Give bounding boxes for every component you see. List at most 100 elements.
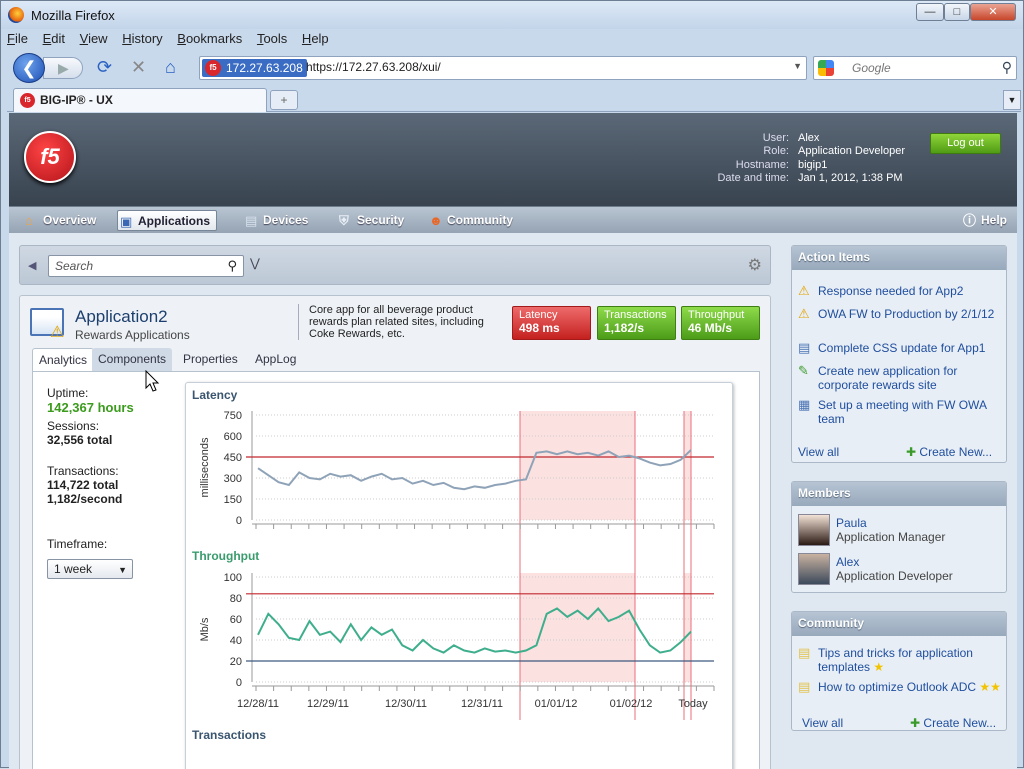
action-item-text[interactable]: Create new application for corporate rew… <box>818 364 1004 392</box>
user-label: User: <box>762 132 789 144</box>
member-item[interactable]: Alex Application Developer <box>798 553 998 589</box>
action-items-create-new[interactable]: ✚ Create New... <box>906 445 992 459</box>
gear-icon[interactable]: ⚙ <box>748 255 762 275</box>
note-icon: ▤ <box>798 645 811 660</box>
y-tick-label: 300 <box>224 473 242 485</box>
logout-button[interactable]: Log out <box>930 133 1001 154</box>
url-dropdown-icon[interactable]: ▼ <box>793 61 802 71</box>
community-item-text[interactable]: Tips and tricks for application template… <box>818 646 1004 674</box>
kpi-throughput[interactable]: Throughput 46 Mb/s <box>681 306 760 340</box>
search-icon[interactable]: ⚲ <box>227 258 237 274</box>
nav-help[interactable]: ⓘ Help <box>961 210 1007 231</box>
url-text[interactable]: https://172.27.63.208/xui/ <box>306 60 441 74</box>
url-bar[interactable]: f5 172.27.63.208 https://172.27.63.208/xu… <box>199 56 807 80</box>
tab-list-icon[interactable]: ▼ <box>1003 90 1021 110</box>
tab-components[interactable]: Components <box>92 348 173 372</box>
nav-overview[interactable]: ⌂ Overview <box>23 210 96 231</box>
nav-community[interactable]: ☻ Community <box>427 210 513 231</box>
y-tick-label: 0 <box>236 677 242 689</box>
chart-title: Throughput <box>192 549 259 563</box>
charts-svg: Latency0150300450600750millisecondsThrou… <box>192 388 715 742</box>
nav-devices-label: Devices <box>263 213 309 227</box>
community-create-new[interactable]: ✚ Create New... <box>910 716 996 730</box>
role-value: Application Developer <box>798 145 906 158</box>
y-axis-label: Mb/s <box>199 617 211 641</box>
member-name[interactable]: Alex <box>836 555 859 569</box>
action-item[interactable]: ▤ Complete CSS update for App1 <box>798 341 1004 357</box>
home-icon[interactable]: ⌂ <box>165 58 176 76</box>
community-item-label: How to optimize Outlook ADC <box>818 680 977 694</box>
menu-tools[interactable]: Tools <box>257 31 287 46</box>
menu-history[interactable]: History <box>122 31 162 46</box>
firefox-icon <box>8 7 24 23</box>
community-view-all[interactable]: View all <box>802 716 843 730</box>
back-button[interactable]: ❮ <box>13 53 45 83</box>
expand-filter-icon[interactable]: ⋁ <box>250 256 260 270</box>
app-description: Core app for all beverage product reward… <box>298 304 488 340</box>
menu-bookmarks[interactable]: Bookmarks <box>177 31 242 46</box>
action-item[interactable]: ✎ Create new application for corporate re… <box>798 364 1004 394</box>
kpi-transactions[interactable]: Transactions 1,182/s <box>597 306 676 340</box>
menu-file[interactable]: File <box>7 31 28 46</box>
google-icon[interactable] <box>818 60 834 76</box>
community-item-text[interactable]: How to optimize Outlook ADC ★★ <box>818 680 1004 694</box>
menu-view[interactable]: View <box>80 31 108 46</box>
tab-analytics[interactable]: Analytics <box>32 348 95 372</box>
browser-tab[interactable]: f5 BIG-IP® - UX <box>13 88 267 112</box>
task-icon: ▤ <box>798 340 811 355</box>
community-item[interactable]: ▤ How to optimize Outlook ADC ★★ <box>798 680 1004 710</box>
action-item-text[interactable]: Set up a meeting with FW OWA team <box>818 398 1004 426</box>
transactions-label: Transactions: <box>47 464 119 478</box>
highlight-band <box>520 573 635 682</box>
web-search-placeholder: Google <box>852 61 891 75</box>
applications-icon: ▣ <box>120 214 133 229</box>
stop-icon[interactable]: ✕ <box>131 58 146 76</box>
forward-button[interactable]: ▶ <box>43 57 83 79</box>
action-item[interactable]: ▦ Set up a meeting with FW OWA team <box>798 398 1004 428</box>
app-search-input[interactable]: Search ⚲ <box>48 255 244 277</box>
x-tick-label: 12/29/11 <box>307 698 349 710</box>
member-item[interactable]: Paula Application Manager <box>798 514 998 550</box>
x-tick-label: 12/30/11 <box>385 698 427 710</box>
action-item-text[interactable]: Complete CSS update for App1 <box>818 341 1004 355</box>
nav-applications[interactable]: ▣ Applications <box>117 210 218 231</box>
action-item[interactable]: ⚠ OWA FW to Production by 2/1/12 <box>798 307 1004 323</box>
y-tick-label: 100 <box>224 572 242 584</box>
shield-icon: ⛨ <box>339 213 349 228</box>
minimize-button[interactable]: — <box>916 3 944 21</box>
members-box: Members Paula Application Manager Alex A… <box>791 481 1007 593</box>
y-tick-label: 80 <box>230 593 242 605</box>
x-tick-label: 12/31/11 <box>461 698 503 710</box>
nav-devices[interactable]: ▤ Devices <box>243 210 308 231</box>
warning-icon: ⚠ <box>798 306 810 321</box>
collapse-left-icon[interactable]: ◀ <box>28 259 36 272</box>
action-item[interactable]: ⚠ Response needed for App2 <box>798 284 1004 300</box>
maximize-button[interactable]: □ <box>944 3 970 21</box>
reload-icon[interactable]: ⟳ <box>97 58 112 76</box>
nav-security[interactable]: ⛨ Security <box>337 210 404 231</box>
note-icon: ▤ <box>798 679 811 694</box>
action-item-text[interactable]: OWA FW to Production by 2/1/12 <box>818 307 1004 321</box>
web-search-box[interactable]: Google ⚲ <box>813 56 1017 80</box>
tab-applog[interactable]: AppLog <box>249 348 302 372</box>
member-name[interactable]: Paula <box>836 516 867 530</box>
x-tick-label: 12/28/11 <box>237 698 279 710</box>
chart-title: Latency <box>192 388 238 402</box>
close-button[interactable]: ✕ <box>970 3 1016 21</box>
action-items-view-all[interactable]: View all <box>798 445 839 459</box>
warning-icon: ⚠ <box>50 324 65 341</box>
y-tick-label: 20 <box>230 656 242 668</box>
menu-edit[interactable]: Edit <box>43 31 65 46</box>
menu-help[interactable]: Help <box>302 31 329 46</box>
community-item[interactable]: ▤ Tips and tricks for application templat… <box>798 646 1004 676</box>
highlight-band <box>520 411 635 520</box>
nav-applications-label: Applications <box>138 214 211 228</box>
search-icon[interactable]: ⚲ <box>1002 59 1012 76</box>
tab-properties[interactable]: Properties <box>177 348 244 372</box>
site-identity-badge[interactable]: f5 172.27.63.208 <box>202 59 307 77</box>
new-tab-button[interactable]: + <box>270 90 298 110</box>
kpi-latency[interactable]: Latency 498 ms <box>512 306 591 340</box>
timeframe-select[interactable]: 1 week ▼ <box>47 559 133 579</box>
action-item-text[interactable]: Response needed for App2 <box>818 284 1004 298</box>
user-value: Alex <box>798 132 820 144</box>
